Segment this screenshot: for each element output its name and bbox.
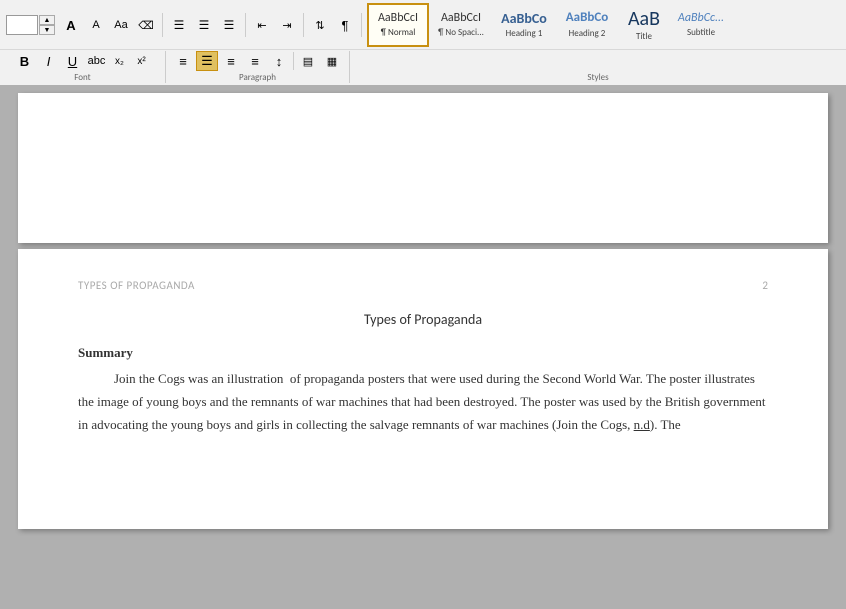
styles-section-label: Styles (587, 72, 608, 83)
style-normal[interactable]: AaBbCcI ¶ Normal (367, 3, 429, 47)
style-title-label: Title (636, 31, 652, 42)
style-nospace-preview: AaBbCcI (441, 12, 481, 25)
app-window: 12 ▲ ▼ A A Aa ⌫ ☰ ☰ ☰ ⇤ ⇥ ⇅ ¶ (0, 0, 846, 609)
ribbon-row1: 12 ▲ ▼ A A Aa ⌫ ☰ ☰ ☰ ⇤ ⇥ ⇅ ¶ (0, 0, 846, 50)
font-size-group: 12 ▲ ▼ (6, 15, 55, 35)
align-right-btn[interactable]: ≡ (220, 51, 242, 71)
style-heading1[interactable]: AaBbCo Heading 1 (493, 3, 555, 47)
ribbon-row2: B I U abc x₂ x² Font ≡ ☰ ≡ ≡ ↕ (0, 50, 846, 85)
style-title[interactable]: AaB Title (619, 3, 669, 47)
style-subtitle-label: Subtitle (687, 27, 715, 38)
style-nospace-label: ¶ No Spaci... (438, 27, 484, 38)
style-normal-label: ¶ Normal (381, 27, 416, 38)
align-center-btn[interactable]: ☰ (196, 51, 218, 71)
summary-section[interactable]: Summary (78, 343, 768, 362)
font-size-input[interactable]: 12 (6, 15, 38, 35)
style-subtitle-preview: AaBbCc... (678, 12, 724, 25)
superscript-btn[interactable]: x² (132, 51, 152, 71)
body-text[interactable]: Join the Cogs was an illustration of pro… (78, 368, 768, 436)
style-h2-preview: AaBbCo (566, 11, 608, 25)
doc-area: TYPES OF PROPAGANDA 2 Types of Propagand… (0, 87, 846, 609)
style-title-preview: AaB (628, 9, 660, 29)
line-spacing-btn[interactable]: ↕ (268, 51, 290, 71)
style-heading2[interactable]: AaBbCo Heading 2 (556, 3, 618, 47)
style-h1-label: Heading 1 (506, 28, 543, 39)
border-btn[interactable]: ▦ (321, 51, 343, 71)
style-h2-label: Heading 2 (569, 28, 606, 39)
underline-btn[interactable]: U (62, 51, 84, 71)
style-h1-preview: AaBbCo (501, 11, 547, 26)
page-header-left: TYPES OF PROPAGANDA (78, 279, 195, 292)
page-title-center[interactable]: Types of Propaganda (78, 310, 768, 329)
sep2 (245, 13, 246, 37)
font-grow-btn[interactable]: A (60, 14, 82, 36)
font-section-label: Font (74, 72, 90, 83)
font-size-increase-btn[interactable]: ▲ (39, 15, 55, 25)
styles-section-label-area: Styles (356, 52, 840, 83)
page-header-right: 2 (762, 279, 768, 292)
font-section-area: B I U abc x₂ x² Font (6, 51, 166, 83)
bullet-list-btn[interactable]: ☰ (168, 14, 190, 36)
paragraph-section-area: ≡ ☰ ≡ ≡ ↕ ▤ ▦ Paragraph (172, 51, 350, 83)
paragraph-section-label: Paragraph (239, 72, 276, 83)
show-para-btn[interactable]: ¶ (334, 14, 356, 36)
ribbon: 12 ▲ ▼ A A Aa ⌫ ☰ ☰ ☰ ⇤ ⇥ ⇅ ¶ (0, 0, 846, 87)
underline-nd: n.d (634, 417, 650, 432)
styles-area: AaBbCcI ¶ Normal AaBbCcI ¶ No Spaci... A… (367, 3, 840, 47)
shading-btn[interactable]: ▤ (297, 51, 319, 71)
bold-btn[interactable]: B (14, 51, 36, 71)
strikethrough-btn[interactable]: abc (86, 51, 108, 71)
indent-decrease-btn[interactable]: ⇤ (251, 14, 273, 36)
sep4 (361, 13, 362, 37)
style-subtitle[interactable]: AaBbCc... Subtitle (670, 3, 732, 47)
font-size-decrease-btn[interactable]: ▼ (39, 25, 55, 35)
sort-btn[interactable]: ⇅ (309, 14, 331, 36)
number-list-btn[interactable]: ☰ (193, 14, 215, 36)
clear-format-btn[interactable]: ⌫ (135, 14, 157, 36)
style-normal-preview: AaBbCcI (378, 12, 418, 25)
style-no-spacing[interactable]: AaBbCcI ¶ No Spaci... (430, 3, 492, 47)
summary-heading: Summary (78, 345, 133, 360)
body-text-content: Join the Cogs was an illustration of pro… (78, 371, 766, 432)
page-title-text: Types of Propaganda (364, 311, 482, 328)
italic-btn[interactable]: I (38, 51, 60, 71)
justify-btn[interactable]: ≡ (244, 51, 266, 71)
page-2[interactable]: TYPES OF PROPAGANDA 2 Types of Propagand… (18, 249, 828, 529)
multilevel-list-btn[interactable]: ☰ (218, 14, 240, 36)
page-header: TYPES OF PROPAGANDA 2 (78, 279, 768, 292)
page-1 (18, 93, 828, 243)
align-left-btn[interactable]: ≡ (172, 51, 194, 71)
sep1 (162, 13, 163, 37)
font-shrink-btn[interactable]: A (85, 14, 107, 36)
sep3 (303, 13, 304, 37)
subscript-btn[interactable]: x₂ (110, 51, 130, 71)
change-case-btn[interactable]: Aa (110, 14, 132, 36)
indent-increase-btn[interactable]: ⇥ (276, 14, 298, 36)
